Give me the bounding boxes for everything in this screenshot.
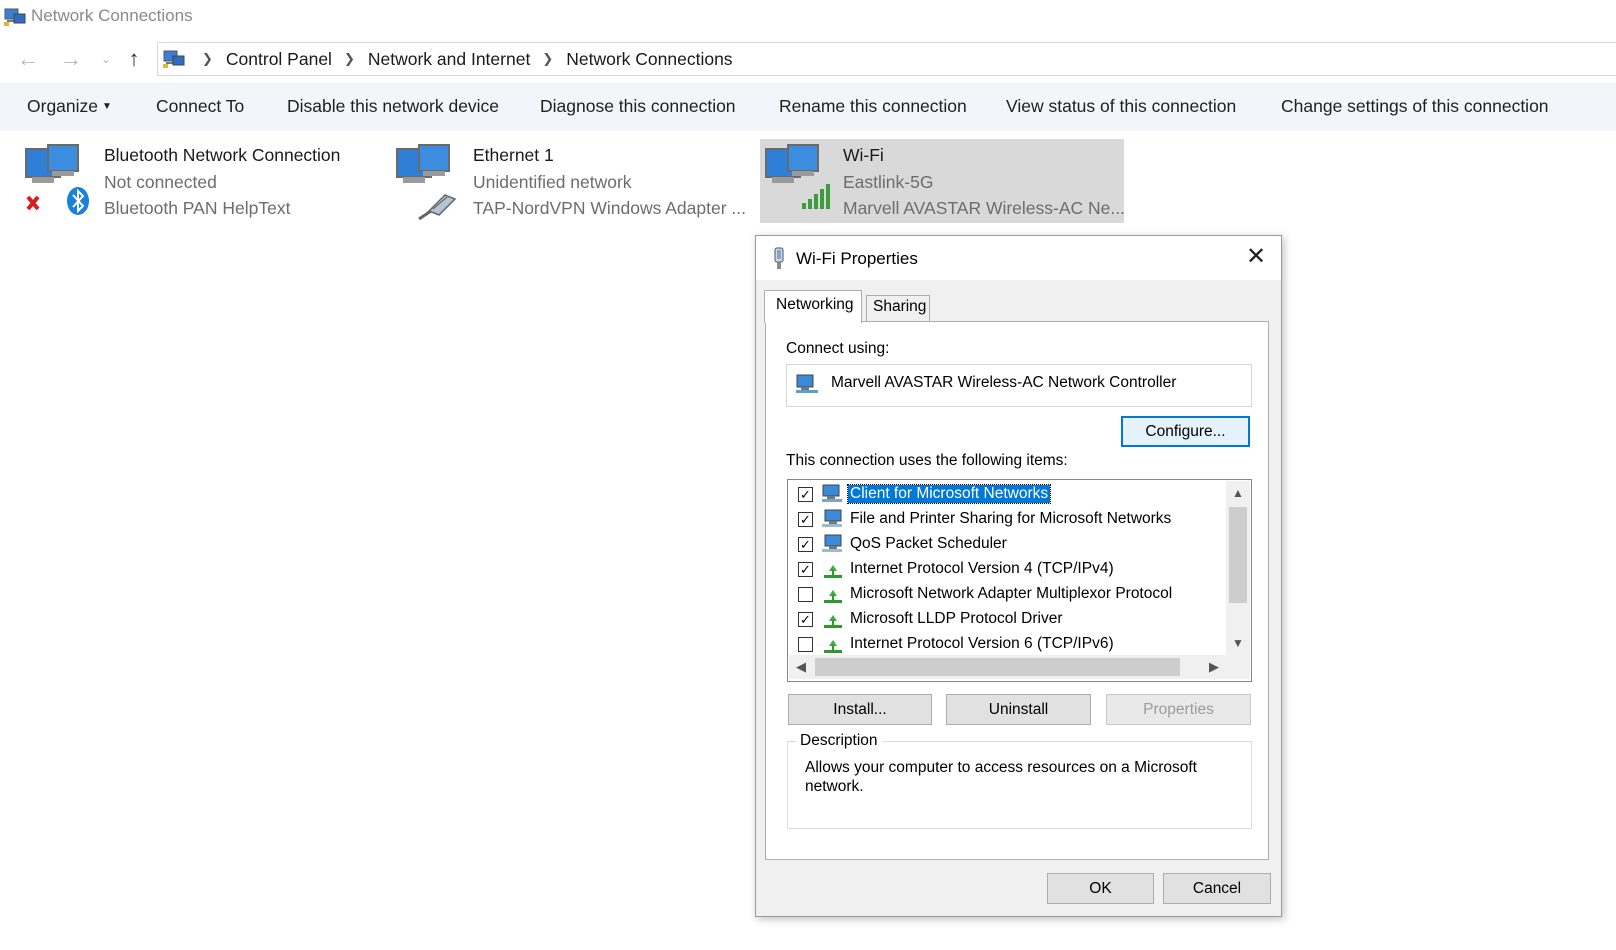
configure-button[interactable]: Configure...: [1121, 416, 1250, 447]
close-icon[interactable]: ✕: [1241, 244, 1271, 272]
scroll-up-icon[interactable]: ▲: [1226, 481, 1250, 505]
items-listbox[interactable]: ✓ Client for Microsoft Networks ✓ File a…: [787, 479, 1252, 682]
connection-status: Unidentified network: [473, 172, 632, 192]
list-item[interactable]: ✓ QoS Packet Scheduler: [788, 532, 1225, 557]
diagnose-connection-button[interactable]: Diagnose this connection: [540, 96, 736, 117]
scroll-left-icon[interactable]: ◀: [789, 655, 813, 679]
scrollbar-thumb[interactable]: [1229, 507, 1247, 603]
connection-adapter: Marvell AVASTAR Wireless-AC Ne...: [843, 198, 1125, 218]
chevron-down-icon[interactable]: ⌄: [93, 46, 119, 72]
items-label: This connection uses the following items…: [786, 452, 1068, 469]
protocol-icon: [824, 590, 842, 603]
breadcrumb-network-and-internet[interactable]: Network and Internet: [368, 49, 530, 70]
uninstall-button[interactable]: Uninstall: [946, 694, 1091, 725]
list-item[interactable]: Microsoft Network Adapter Multiplexor Pr…: [788, 582, 1225, 607]
connection-status: Not connected: [104, 172, 217, 192]
wifi-adapter-icon: [774, 247, 784, 269]
network-connections-icon: [163, 50, 185, 68]
tab-sharing[interactable]: Sharing: [866, 295, 930, 321]
tab-networking[interactable]: Networking: [764, 290, 862, 323]
list-item[interactable]: Internet Protocol Version 6 (TCP/IPv6): [788, 632, 1225, 657]
network-service-icon: [822, 534, 842, 552]
network-adapter-icon: [796, 374, 818, 393]
address-bar[interactable]: ❯ Control Panel ❯ Network and Internet ❯…: [157, 42, 1616, 76]
protocol-icon: [824, 615, 842, 628]
cancel-button[interactable]: Cancel: [1163, 873, 1271, 904]
organize-label: Organize: [27, 96, 99, 116]
command-bar: Organize ▼ Connect To Disable this networ…: [0, 83, 1616, 131]
vertical-scrollbar[interactable]: ▲ ▼: [1226, 481, 1250, 655]
wifi-network-icon: [765, 144, 830, 209]
properties-button[interactable]: Properties: [1106, 694, 1251, 725]
scroll-right-icon[interactable]: ▶: [1202, 655, 1226, 679]
item-checkbox[interactable]: ✓: [798, 512, 813, 527]
protocol-icon: [824, 640, 842, 653]
window-title-bar: Network Connections: [0, 0, 1616, 36]
disable-device-button[interactable]: Disable this network device: [287, 96, 499, 117]
connect-using-label: Connect using:: [786, 340, 890, 357]
adapter-name: Marvell AVASTAR Wireless-AC Network Cont…: [831, 374, 1177, 391]
install-button[interactable]: Install...: [788, 694, 932, 725]
connection-tile-ethernet[interactable]: Ethernet 1 Unidentified network TAP-Nord…: [393, 139, 755, 223]
scrollbar-thumb[interactable]: [815, 658, 1180, 676]
dropdown-caret-icon: ▼: [102, 101, 112, 112]
back-arrow-icon[interactable]: ←: [15, 46, 41, 72]
item-label: Microsoft LLDP Protocol Driver: [850, 610, 1063, 627]
item-checkbox[interactable]: ✓: [798, 487, 813, 502]
breadcrumb-chevron-icon[interactable]: ❯: [202, 51, 213, 67]
connect-to-button[interactable]: Connect To: [156, 96, 244, 117]
connection-tile-wifi[interactable]: Wi-Fi Eastlink-5G Marvell AVASTAR Wirele…: [760, 139, 1125, 223]
item-label: QoS Packet Scheduler: [850, 535, 1007, 552]
breadcrumb-chevron-icon[interactable]: ❯: [542, 51, 553, 67]
connection-adapter: TAP-NordVPN Windows Adapter ...: [473, 198, 746, 218]
organize-menu-button[interactable]: Organize ▼: [27, 96, 112, 117]
connection-tile-bluetooth[interactable]: Bluetooth Network Connection Not connect…: [22, 139, 367, 223]
item-checkbox[interactable]: ✓: [798, 537, 813, 552]
horizontal-scrollbar[interactable]: ◀ ▶: [789, 655, 1226, 679]
list-item[interactable]: ✓ File and Printer Sharing for Microsoft…: [788, 507, 1225, 532]
bluetooth-network-icon: [25, 144, 89, 215]
list-item[interactable]: ✓ Microsoft LLDP Protocol Driver: [788, 607, 1225, 632]
adapter-field: Marvell AVASTAR Wireless-AC Network Cont…: [786, 364, 1252, 407]
item-checkbox[interactable]: [798, 587, 813, 602]
description-label: Description: [796, 732, 882, 750]
item-checkbox[interactable]: [798, 637, 813, 652]
breadcrumb: ❯ Control Panel ❯ Network and Internet ❯…: [190, 43, 733, 75]
dialog-title: Wi-Fi Properties: [796, 249, 918, 268]
connection-name: Bluetooth Network Connection: [104, 145, 341, 165]
network-service-icon: [822, 509, 842, 527]
network-client-icon: [822, 484, 842, 502]
window-title: Network Connections: [31, 6, 193, 25]
ethernet-network-icon: [396, 144, 457, 221]
rename-connection-button[interactable]: Rename this connection: [779, 96, 967, 117]
item-label: Internet Protocol Version 4 (TCP/IPv4): [850, 560, 1114, 577]
protocol-icon: [824, 565, 842, 578]
breadcrumb-chevron-icon[interactable]: ❯: [344, 51, 355, 67]
description-text: Allows your computer to access resources…: [805, 759, 1197, 795]
ok-button[interactable]: OK: [1047, 873, 1154, 904]
scroll-corner: [1226, 655, 1250, 679]
scroll-down-icon[interactable]: ▼: [1226, 631, 1250, 655]
up-arrow-icon[interactable]: ↑: [121, 46, 147, 72]
item-label: Internet Protocol Version 6 (TCP/IPv6): [850, 635, 1114, 652]
item-checkbox[interactable]: ✓: [798, 562, 813, 577]
dialog-title-bar[interactable]: Wi-Fi Properties ✕: [756, 236, 1281, 280]
connection-adapter: Bluetooth PAN HelpText: [104, 198, 291, 218]
item-label: File and Printer Sharing for Microsoft N…: [850, 510, 1172, 527]
view-status-button[interactable]: View status of this connection: [1006, 96, 1236, 117]
list-item[interactable]: ✓ Internet Protocol Version 4 (TCP/IPv4): [788, 557, 1225, 582]
item-label: Microsoft Network Adapter Multiplexor Pr…: [850, 585, 1173, 602]
item-checkbox[interactable]: ✓: [798, 612, 813, 627]
connection-name: Ethernet 1: [473, 145, 554, 165]
forward-arrow-icon[interactable]: →: [58, 46, 84, 72]
connection-name: Wi-Fi: [843, 145, 884, 165]
network-connections-icon: [4, 8, 26, 26]
breadcrumb-network-connections[interactable]: Network Connections: [566, 49, 732, 70]
breadcrumb-control-panel[interactable]: Control Panel: [226, 49, 332, 70]
connection-status: Eastlink-5G: [843, 172, 934, 192]
item-label: Client for Microsoft Networks: [846, 484, 1052, 504]
change-settings-button[interactable]: Change settings of this connection: [1281, 96, 1549, 117]
list-item[interactable]: ✓ Client for Microsoft Networks: [788, 482, 1225, 507]
